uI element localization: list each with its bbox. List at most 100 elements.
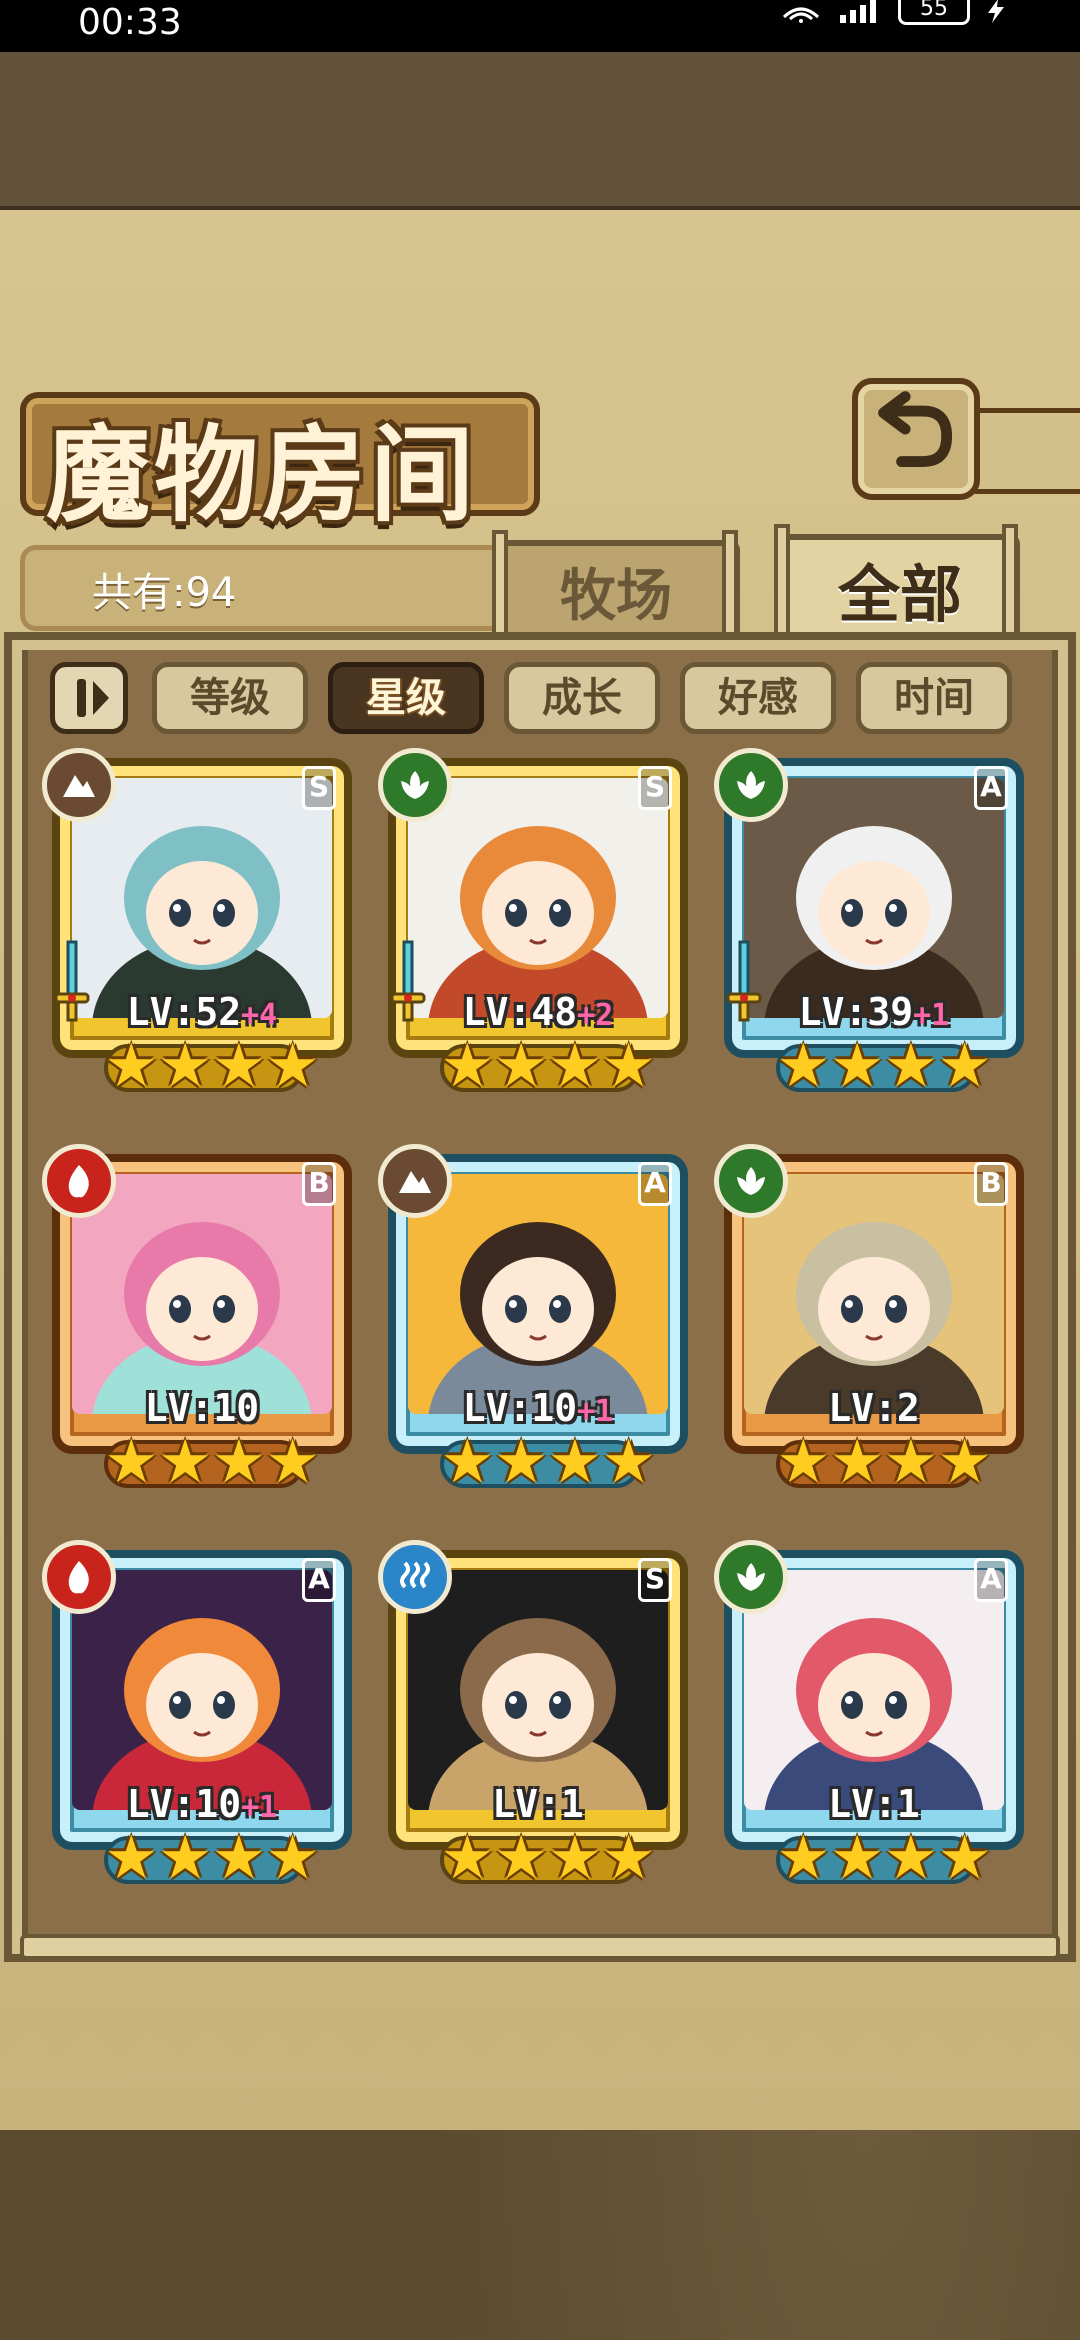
star-icon: ★: [158, 1031, 212, 1101]
monster-card[interactable]: A LV:10+1 ★ ★ ★ ★: [42, 1540, 358, 1894]
star-icon: ★: [548, 1427, 602, 1497]
monster-card[interactable]: S LV:48+2 ★ ★ ★ ★: [378, 748, 694, 1102]
pause-button[interactable]: [50, 662, 128, 734]
monster-card[interactable]: B LV:10 ★ ★ ★ ★: [42, 1144, 358, 1498]
star-icon: ★: [884, 1031, 938, 1101]
monster-level: LV:48+2: [382, 990, 694, 1034]
leaf-icon: [714, 1144, 788, 1218]
star-icon: ★: [830, 1823, 884, 1893]
level-text: LV:39: [798, 990, 914, 1034]
monster-card[interactable]: B LV:2 ★ ★ ★ ★: [714, 1144, 1030, 1498]
star-rating: ★ ★ ★ ★: [104, 1427, 319, 1497]
star-icon: ★: [212, 1031, 266, 1101]
rank-badge: S: [638, 1558, 672, 1602]
rank-badge: A: [974, 1558, 1008, 1602]
monster-level: LV:52+4: [46, 990, 358, 1034]
pause-icon: [77, 679, 109, 717]
star-icon: ★: [104, 1823, 159, 1893]
star-icon: ★: [776, 1427, 831, 1497]
monster-card[interactable]: S LV:1 ★ ★ ★ ★: [378, 1540, 694, 1894]
monster-portrait: [744, 1174, 1004, 1414]
parchment-bottom-edge: [0, 2010, 1080, 2060]
monster-card[interactable]: A LV:1 ★ ★ ★ ★: [714, 1540, 1030, 1894]
star-icon: ★: [265, 1823, 320, 1893]
rank-badge: S: [302, 766, 336, 810]
sort-stars-button[interactable]: 星级: [328, 662, 484, 734]
star-icon: ★: [601, 1823, 656, 1893]
star-icon: ★: [212, 1823, 266, 1893]
level-text: LV:48: [462, 990, 578, 1034]
star-icon: ★: [884, 1427, 938, 1497]
star-icon: ★: [776, 1823, 831, 1893]
monster-portrait: [744, 1570, 1004, 1810]
sort-affection-button[interactable]: 好感: [680, 662, 836, 734]
back-button-tail: [975, 408, 1080, 494]
monster-portrait: [408, 778, 668, 1018]
star-icon: ★: [548, 1823, 602, 1893]
leaf-icon: [378, 748, 452, 822]
sort-time-button[interactable]: 时间: [856, 662, 1012, 734]
star-icon: ★: [212, 1427, 266, 1497]
star-icon: ★: [830, 1427, 884, 1497]
mountain-icon: [42, 748, 116, 822]
star-icon: ★: [548, 1031, 602, 1101]
rank-badge: B: [302, 1162, 336, 1206]
level-bonus: +4: [241, 998, 278, 1033]
level-text: LV:1: [828, 1782, 920, 1826]
star-icon: ★: [158, 1823, 212, 1893]
star-icon: ★: [494, 1031, 548, 1101]
star-icon: ★: [265, 1031, 320, 1101]
monster-portrait: [408, 1174, 668, 1414]
mountain-icon: [378, 1144, 452, 1218]
monster-level: LV:1: [382, 1782, 694, 1826]
level-bonus: +2: [577, 998, 614, 1033]
tab-ranch[interactable]: 牧场: [492, 540, 740, 640]
monster-portrait: [72, 1570, 332, 1810]
page-title: 魔物房间: [46, 413, 479, 536]
battery-level: 55: [920, 0, 948, 21]
monster-level: LV:39+1: [718, 990, 1030, 1034]
leaf-icon: [714, 1540, 788, 1614]
monster-count: 共有:94: [92, 570, 237, 616]
parchment-top-edge: [0, 240, 1080, 290]
sort-filter-row: 等级 星级 成长 好感 时间: [50, 658, 1030, 738]
star-rating: ★ ★ ★ ★: [776, 1427, 991, 1497]
monster-card[interactable]: A LV:10+1 ★ ★ ★ ★: [378, 1144, 694, 1498]
status-time: 00:33: [78, 2, 182, 43]
level-text: LV:10: [144, 1386, 260, 1430]
status-icons: 55: [780, 0, 1006, 26]
rank-badge: A: [974, 766, 1008, 810]
wifi-icon: [780, 0, 822, 26]
monster-card[interactable]: A LV:39+1 ★ ★ ★ ★: [714, 748, 1030, 1102]
back-arrow-icon: [878, 391, 953, 467]
level-bonus: +1: [241, 1790, 278, 1825]
star-icon: ★: [937, 1823, 992, 1893]
monster-card[interactable]: S LV:52+4 ★ ★ ★ ★: [42, 748, 358, 1102]
star-icon: ★: [884, 1823, 938, 1893]
level-bonus: +1: [913, 998, 950, 1033]
star-icon: ★: [830, 1031, 884, 1101]
star-icon: ★: [104, 1427, 159, 1497]
bottom-rail: [20, 1934, 1060, 1960]
back-button[interactable]: [852, 378, 980, 500]
star-icon: ★: [440, 1031, 495, 1101]
star-rating: ★ ★ ★ ★: [440, 1823, 655, 1893]
sort-level-button[interactable]: 等级: [152, 662, 308, 734]
star-icon: ★: [104, 1031, 159, 1101]
monster-level: LV:2: [718, 1386, 1030, 1430]
level-text: LV:10: [462, 1386, 578, 1430]
level-text: LV:2: [828, 1386, 920, 1430]
monster-portrait: [72, 1174, 332, 1414]
star-icon: ★: [937, 1031, 992, 1101]
star-icon: ★: [265, 1427, 320, 1497]
star-icon: ★: [601, 1031, 656, 1101]
star-icon: ★: [494, 1427, 548, 1497]
star-icon: ★: [776, 1031, 831, 1101]
level-text: LV:10: [126, 1782, 242, 1826]
star-rating: ★ ★ ★ ★: [776, 1031, 991, 1101]
star-icon: ★: [440, 1427, 495, 1497]
sort-growth-button[interactable]: 成长: [504, 662, 660, 734]
star-icon: ★: [440, 1823, 495, 1893]
tab-post: [1002, 524, 1018, 644]
tab-all[interactable]: 全部: [780, 534, 1020, 644]
